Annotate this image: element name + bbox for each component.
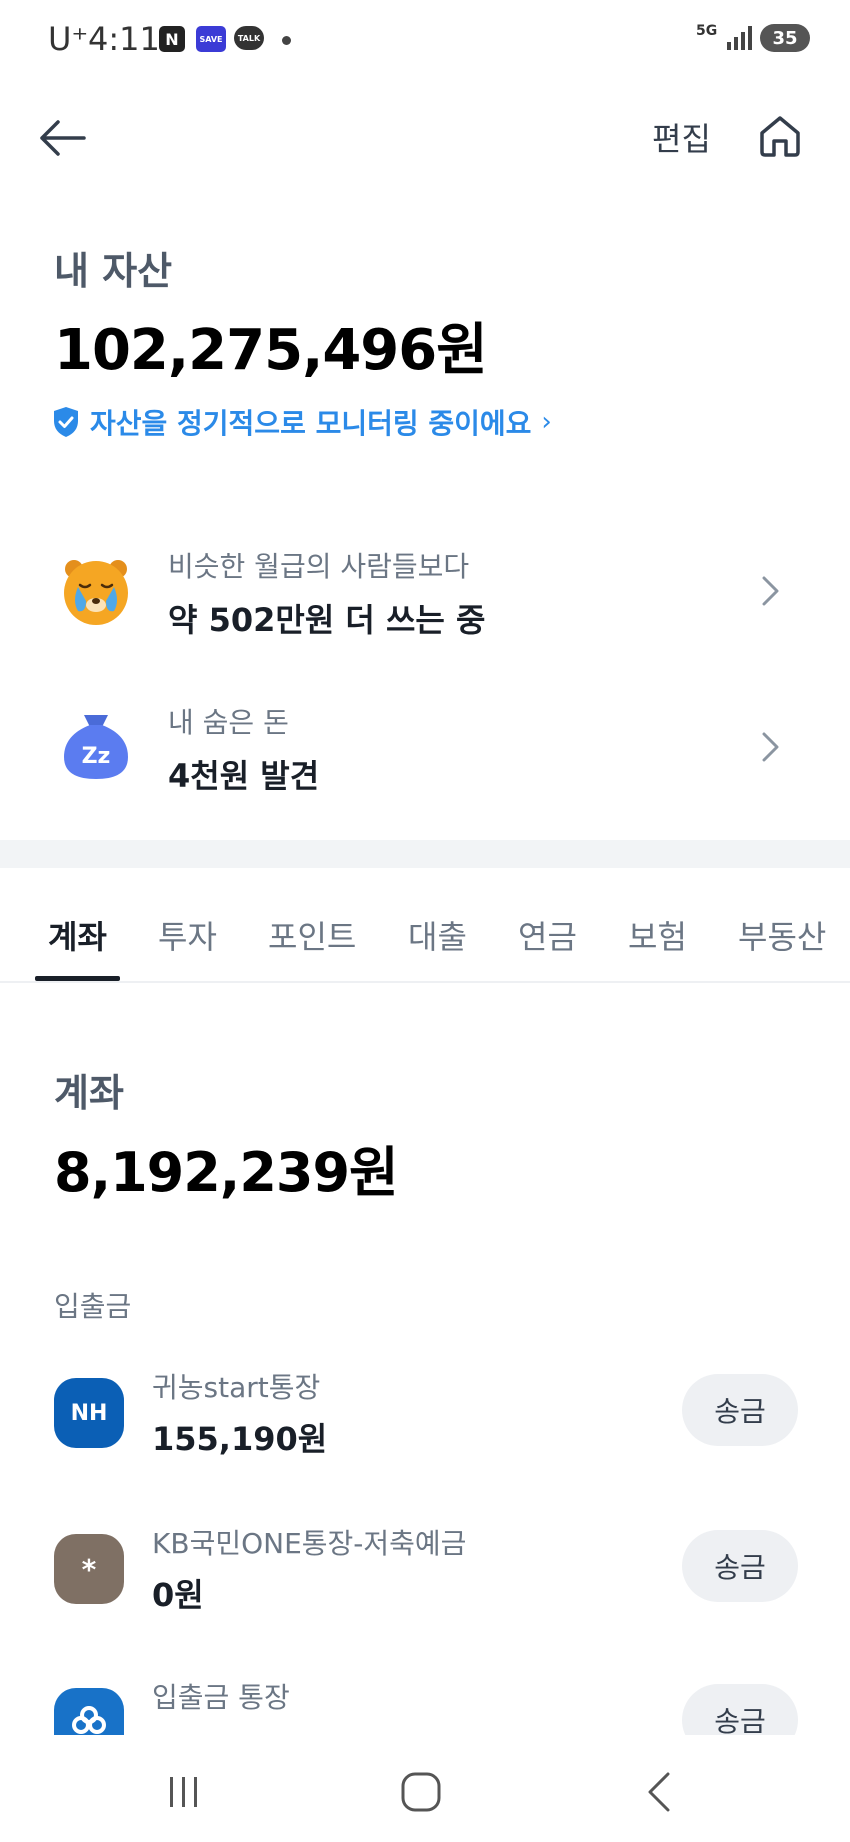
account-name: KB국민ONE통장-저축예금	[152, 1527, 467, 1560]
clock: 4:11	[88, 20, 160, 58]
account-item[interactable]: NH 귀농start통장 155,190원 송금	[0, 1362, 850, 1472]
insight-subtitle: 비슷한 월급의 사람들보다	[168, 550, 470, 583]
edit-button[interactable]: 편집	[652, 114, 711, 160]
account-name: 귀농start통장	[152, 1371, 321, 1404]
active-tab-indicator	[35, 976, 120, 981]
assets-label: 내 자산	[54, 249, 173, 293]
more-notifications-dot-icon	[282, 36, 291, 45]
top-navigation: 편집	[0, 100, 850, 176]
section-divider	[0, 840, 850, 868]
chevron-right-icon	[762, 576, 779, 606]
pouch-zz-label: Zz	[82, 744, 111, 769]
insight-title: 4천원 발견	[168, 757, 320, 795]
signal-icon	[727, 26, 752, 50]
carrier-label: U⁺	[48, 20, 89, 58]
monitoring-text: 자산을 정기적으로 모니터링 중이에요	[90, 407, 532, 440]
tab-investment[interactable]: 투자	[158, 912, 217, 958]
nh-bank-logo-icon: NH	[54, 1378, 124, 1448]
tab-insurance[interactable]: 보험	[628, 912, 687, 958]
tab-account[interactable]: 계좌	[48, 912, 107, 958]
system-home-icon[interactable]	[400, 1771, 442, 1813]
chevron-right-icon: ›	[541, 407, 552, 437]
transfer-button[interactable]: 송금	[682, 1374, 798, 1446]
system-navigation-bar	[0, 1735, 850, 1842]
tab-real-estate[interactable]: 부동산	[738, 912, 826, 958]
chevron-right-icon	[762, 732, 779, 762]
sleeping-pouch-icon: Zz	[64, 715, 128, 779]
account-name: 입출금 통장	[152, 1681, 290, 1714]
home-icon[interactable]	[756, 112, 804, 160]
talk-notification-icon: TALK	[234, 26, 264, 50]
transfer-button[interactable]: 송금	[682, 1530, 798, 1602]
back-arrow-icon[interactable]	[36, 114, 88, 162]
kb-bank-logo-icon: *	[54, 1534, 124, 1604]
category-tabs: 계좌 투자 포인트 대출 연금 보험 부동산	[0, 868, 850, 983]
deposit-group-label: 입출금	[54, 1290, 132, 1323]
account-total-amount: 8,192,239원	[54, 1141, 399, 1204]
save-notification-icon: SAVE	[196, 26, 226, 52]
account-item[interactable]: * KB국민ONE통장-저축예금 0원 송금	[0, 1518, 850, 1628]
insight-subtitle: 내 숨은 돈	[168, 706, 289, 739]
account-balance: 155,190원	[152, 1420, 328, 1458]
monitoring-link[interactable]: 자산을 정기적으로 모니터링 중이에요 ›	[52, 402, 552, 442]
system-back-icon[interactable]	[646, 1771, 672, 1813]
account-section-label: 계좌	[54, 1071, 124, 1115]
crying-bear-icon	[64, 560, 128, 625]
naver-notification-icon: N	[159, 26, 185, 52]
assets-total-amount: 102,275,496원	[54, 318, 488, 383]
spending-comparison-item[interactable]: 비슷한 월급의 사람들보다 약 502만원 더 쓰는 중	[0, 530, 850, 650]
network-type-label: 5G	[696, 23, 718, 39]
tab-loan[interactable]: 대출	[408, 912, 467, 958]
status-bar: U⁺ 4:11 N SAVE TALK 5G 35	[0, 0, 850, 80]
shield-check-icon	[54, 407, 78, 437]
tab-pension[interactable]: 연금	[518, 912, 577, 958]
battery-icon: 35	[760, 24, 810, 52]
hidden-money-item[interactable]: Zz 내 숨은 돈 4천원 발견	[0, 686, 850, 806]
tab-points[interactable]: 포인트	[268, 912, 356, 958]
account-balance: 0원	[152, 1576, 204, 1614]
recent-apps-icon[interactable]	[166, 1775, 202, 1809]
insight-title: 약 502만원 더 쓰는 중	[168, 601, 486, 639]
